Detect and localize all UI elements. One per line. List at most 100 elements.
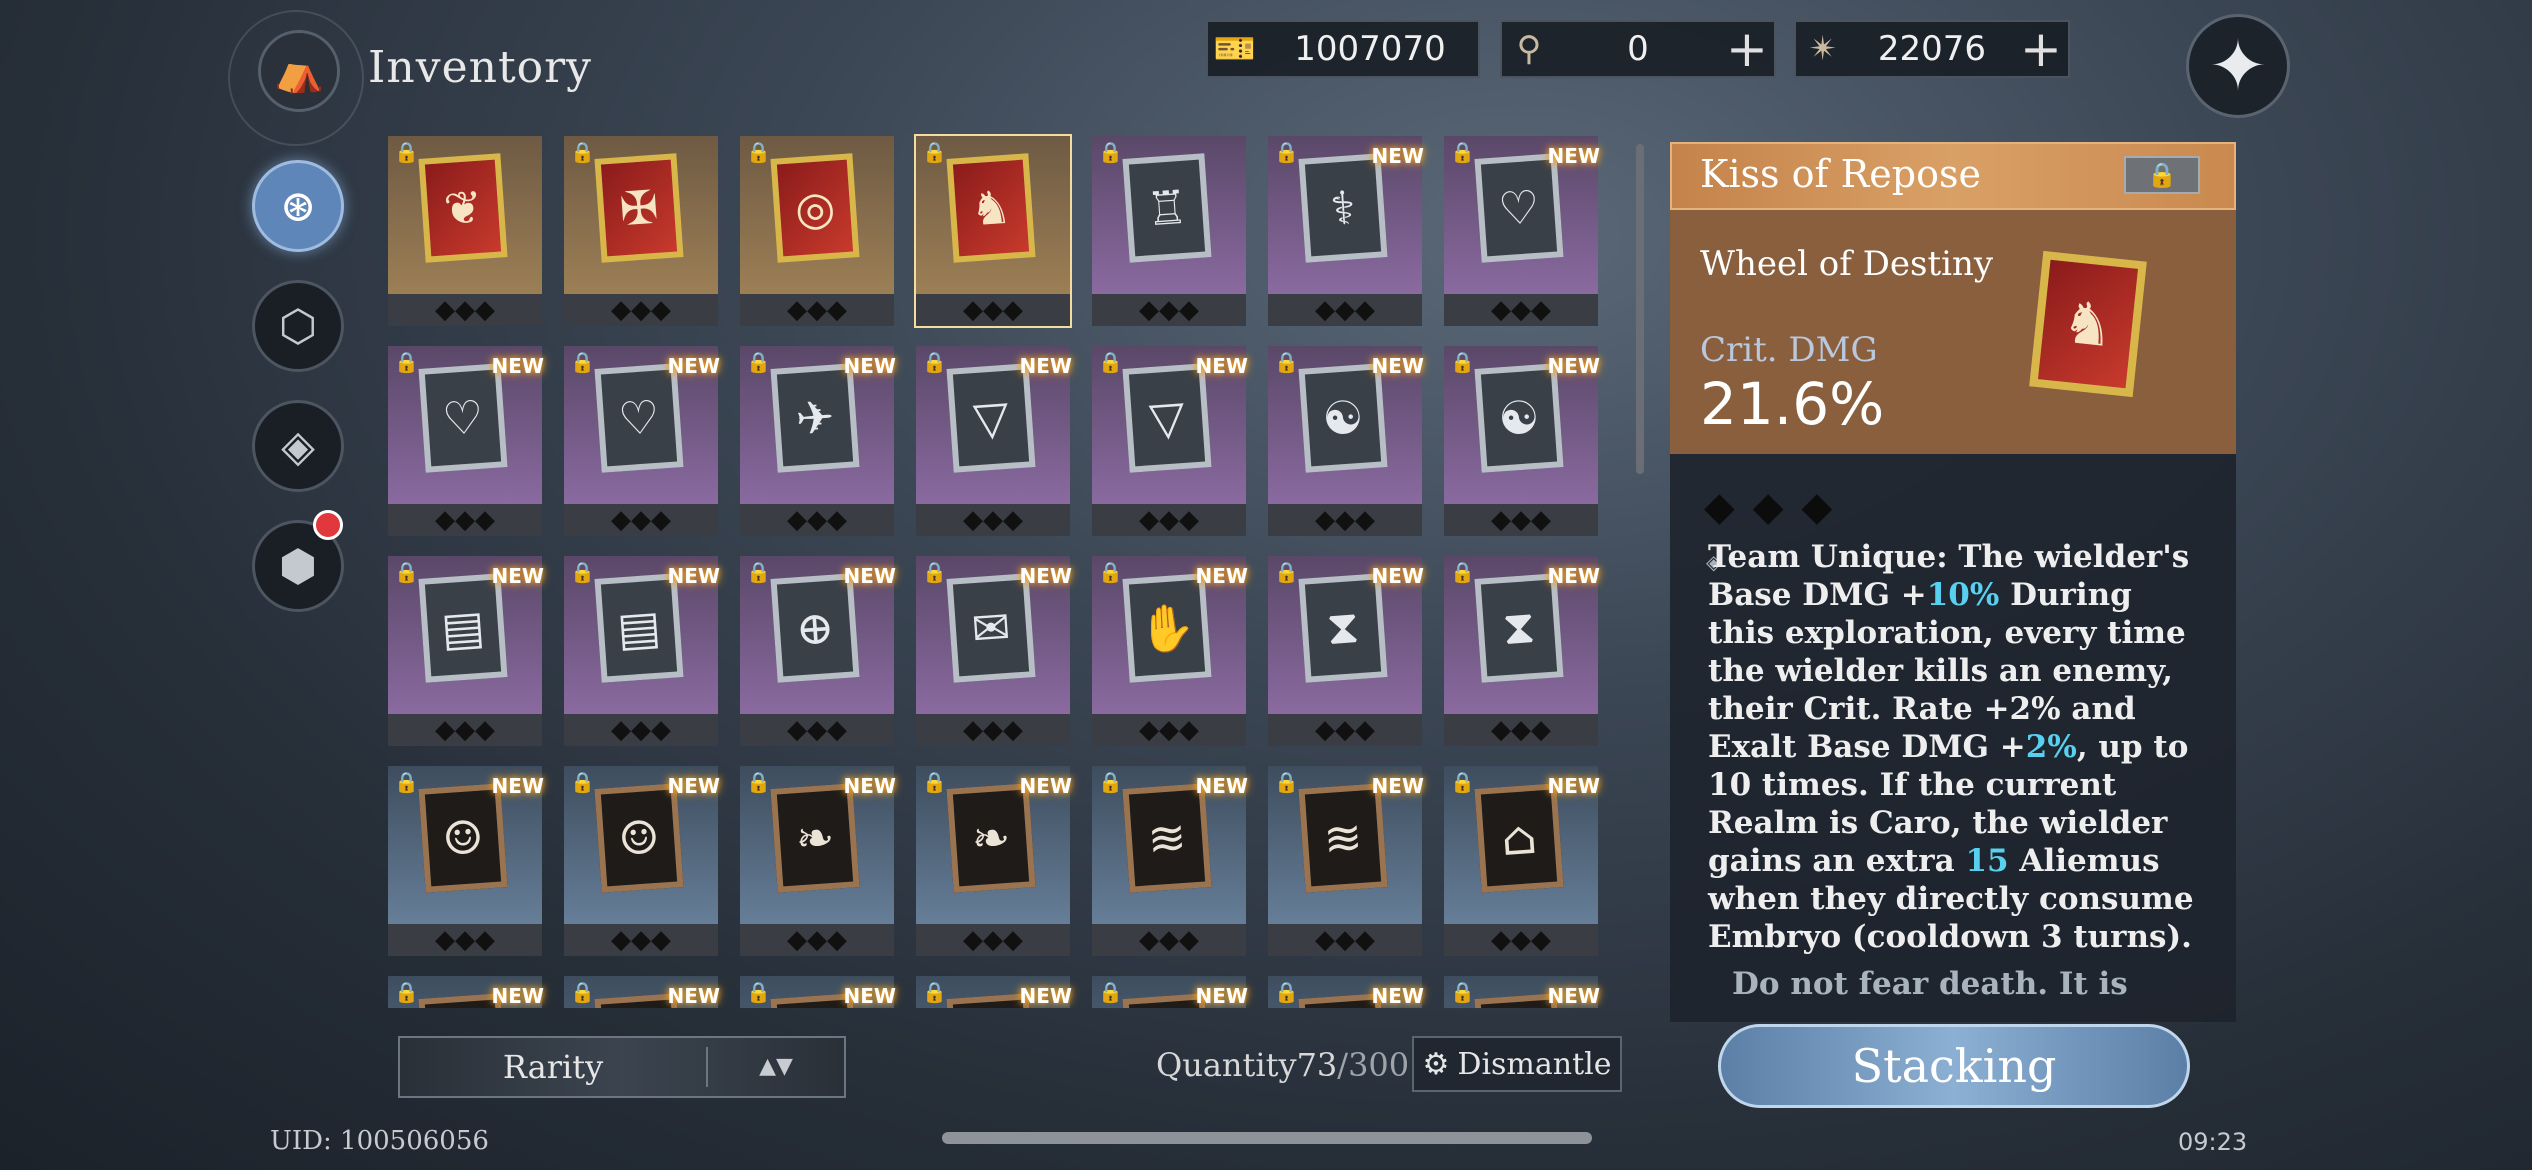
lock-icon: 🔒 (570, 770, 595, 794)
inventory-slot[interactable]: ≋ 🔒 NEW ◆◆◆ (1092, 766, 1248, 956)
grid-scrollbar[interactable] (1636, 144, 1644, 474)
relic-portrait: ✋ (1122, 573, 1212, 683)
lock-icon: 🔒 (394, 350, 419, 374)
lock-icon: 🔒 (1274, 770, 1299, 794)
lock-icon: 🔒 (746, 980, 771, 1004)
compass-star-icon[interactable]: ✦ (2186, 14, 2290, 118)
inventory-slot[interactable]: ♖ 🔒 ◆◆◆ (1092, 136, 1246, 326)
new-badge: NEW (843, 354, 896, 378)
inventory-slot[interactable]: ◎ 🔒 ◆◆◆ (740, 136, 894, 326)
inventory-grid: ❦ 🔒 ◆◆◆ ✠ 🔒 ◆◆◆ ◎ 🔒 ◆◆◆ ♞ 🔒 ◆◆◆ ♖ 🔒 ◆◆◆ ⚕ 🔒 NEW ◆◆◆ ♡ 🔒 NEW ◆◆… (388, 134, 1630, 1008)
flavor-text: Do not fear death. It is (1732, 966, 2128, 1002)
inventory-slot[interactable]: 🔒NEW◆◆◆ (388, 976, 544, 1008)
dismantle-button[interactable]: ⚙ Dismantle (1412, 1036, 1622, 1092)
lock-icon: 🔒 (394, 140, 419, 164)
new-badge: NEW (1371, 564, 1424, 588)
inventory-slot[interactable]: ❧ 🔒 NEW ◆◆◆ (916, 766, 1072, 956)
inventory-slot[interactable]: ♡ 🔒 NEW ◆◆◆ (388, 346, 544, 536)
inventory-slot[interactable]: ⧗ 🔒 NEW ◆◆◆ (1268, 556, 1424, 746)
relic-portrait: ♡ (1474, 153, 1564, 263)
rank-pips: ◆◆◆ (1092, 924, 1246, 956)
add-crystal-button[interactable]: + (2014, 24, 2068, 74)
inventory-slot[interactable]: ✋ 🔒 NEW ◆◆◆ (1092, 556, 1248, 746)
relic-portrait: ≋ (1122, 783, 1212, 893)
inventory-slot[interactable]: ≋ 🔒 NEW ◆◆◆ (1268, 766, 1424, 956)
inventory-slot[interactable]: 🔒NEW◆◆◆ (1444, 976, 1600, 1008)
user-id: UID: 100506056 (270, 1126, 489, 1156)
sidebar-tab-hex[interactable]: ⬡ (252, 280, 344, 372)
orb-staff-icon: ⚲ (1516, 29, 1542, 69)
lock-icon: 🔒 (1098, 770, 1123, 794)
inventory-slot[interactable]: ❧ 🔒 NEW ◆◆◆ (740, 766, 896, 956)
new-badge: NEW (1195, 354, 1248, 378)
inventory-slot[interactable]: ▽ 🔒 NEW ◆◆◆ (1092, 346, 1248, 536)
inventory-slot[interactable]: ⌂ 🔒 NEW ◆◆◆ (1444, 766, 1600, 956)
inventory-slot[interactable]: ☺ 🔒 NEW ◆◆◆ (564, 766, 720, 956)
relic-icon: ✠ (617, 179, 661, 237)
page-title: Inventory (368, 42, 593, 93)
rank-pips: ◆◆◆ (740, 504, 894, 536)
relic-portrait: ⌂ (1474, 783, 1564, 893)
inventory-slot[interactable]: 🔒NEW◆◆◆ (1268, 976, 1424, 1008)
relic-icon: ⌂ (1499, 809, 1539, 867)
rank-pips: ◆◆◆ (1268, 504, 1422, 536)
relic-portrait: ❦ (418, 153, 508, 263)
inventory-slot[interactable]: ♡ 🔒 NEW ◆◆◆ (564, 346, 720, 536)
lock-toggle-button[interactable]: 🔒 (2124, 156, 2200, 194)
sort-dropdown[interactable]: Rarity ▲▼ (398, 1036, 846, 1098)
rank-pips: ◆◆◆ (1092, 294, 1246, 326)
inventory-slot[interactable]: ⊕ 🔒 NEW ◆◆◆ (740, 556, 896, 746)
inventory-slot[interactable]: ☯ 🔒 NEW ◆◆◆ (1444, 346, 1600, 536)
inventory-slot[interactable]: ▤ 🔒 NEW ◆◆◆ (564, 556, 720, 746)
relic-portrait: ♡ (418, 363, 508, 473)
rank-pips: ◆◆◆ (564, 714, 718, 746)
rank-pips: ◆◆◆ (1268, 714, 1422, 746)
inventory-slot[interactable]: 🔒NEW◆◆◆ (740, 976, 896, 1008)
add-orb-button[interactable]: + (1720, 24, 1774, 74)
sidebar-tab-relics[interactable]: ⊛ (252, 160, 344, 252)
inventory-slot[interactable]: ✠ 🔒 ◆◆◆ (564, 136, 718, 326)
inventory-slot[interactable]: ▤ 🔒 NEW ◆◆◆ (388, 556, 544, 746)
rank-pips: ◆◆◆ (916, 924, 1070, 956)
inventory-slot[interactable]: ♡ 🔒 NEW ◆◆◆ (1444, 136, 1600, 326)
sort-arrows-icon[interactable]: ▲▼ (708, 1056, 844, 1078)
new-badge: NEW (843, 984, 896, 1008)
new-badge: NEW (491, 774, 544, 798)
new-badge: NEW (1195, 774, 1248, 798)
item-name: Kiss of Repose (1700, 152, 1981, 196)
relic-icon: ☺ (440, 809, 486, 867)
inventory-slot[interactable]: 🔒NEW◆◆◆ (564, 976, 720, 1008)
currency-value: 22076 (1877, 29, 1987, 69)
inventory-slot[interactable]: ☯ 🔒 NEW ◆◆◆ (1268, 346, 1424, 536)
relic-portrait: ♞ (946, 153, 1036, 263)
inventory-slot[interactable]: 🔒NEW◆◆◆ (1092, 976, 1248, 1008)
relic-icon: ☺ (616, 809, 662, 867)
home-indicator[interactable] (942, 1132, 1592, 1144)
relic-icon: ✋ (1136, 598, 1198, 657)
relic-icon: ♞ (968, 179, 1014, 237)
new-badge: NEW (1547, 144, 1600, 168)
lock-icon: 🔒 (1098, 140, 1123, 164)
rank-pips: ◆◆◆ (740, 924, 894, 956)
inventory-slot[interactable]: ⚕ 🔒 NEW ◆◆◆ (1268, 136, 1424, 326)
inventory-slot[interactable]: ✉ 🔒 NEW ◆◆◆ (916, 556, 1072, 746)
inventory-slot[interactable]: ☺ 🔒 NEW ◆◆◆ (388, 766, 544, 956)
relic-icon: ▤ (615, 599, 663, 657)
inventory-slot[interactable]: ▽ 🔒 NEW ◆◆◆ (916, 346, 1072, 536)
stacking-button[interactable]: Stacking (1718, 1024, 2190, 1108)
lock-icon: 🔒 (570, 560, 595, 584)
lock-icon: 🔒 (1450, 770, 1475, 794)
relic-icon: ☯ (1320, 389, 1366, 447)
rank-pips: ◆◆◆ (1444, 504, 1598, 536)
lock-icon: 🔒 (1450, 560, 1475, 584)
rank-pips: ◆◆◆ (388, 714, 542, 746)
lock-icon: 🔒 (746, 350, 771, 374)
quantity-label: Quantity (1156, 1046, 1297, 1084)
inventory-slot[interactable]: ❦ 🔒 ◆◆◆ (388, 136, 542, 326)
stat-value: 21.6% (1700, 370, 1885, 438)
inventory-slot[interactable]: ⧗ 🔒 NEW ◆◆◆ (1444, 556, 1600, 746)
inventory-slot[interactable]: ✈ 🔒 NEW ◆◆◆ (740, 346, 896, 536)
sidebar-tab-diamond[interactable]: ◈ (252, 400, 344, 492)
inventory-slot[interactable]: 🔒NEW◆◆◆ (916, 976, 1072, 1008)
inventory-slot[interactable]: ♞ 🔒 ◆◆◆ (914, 134, 1072, 328)
